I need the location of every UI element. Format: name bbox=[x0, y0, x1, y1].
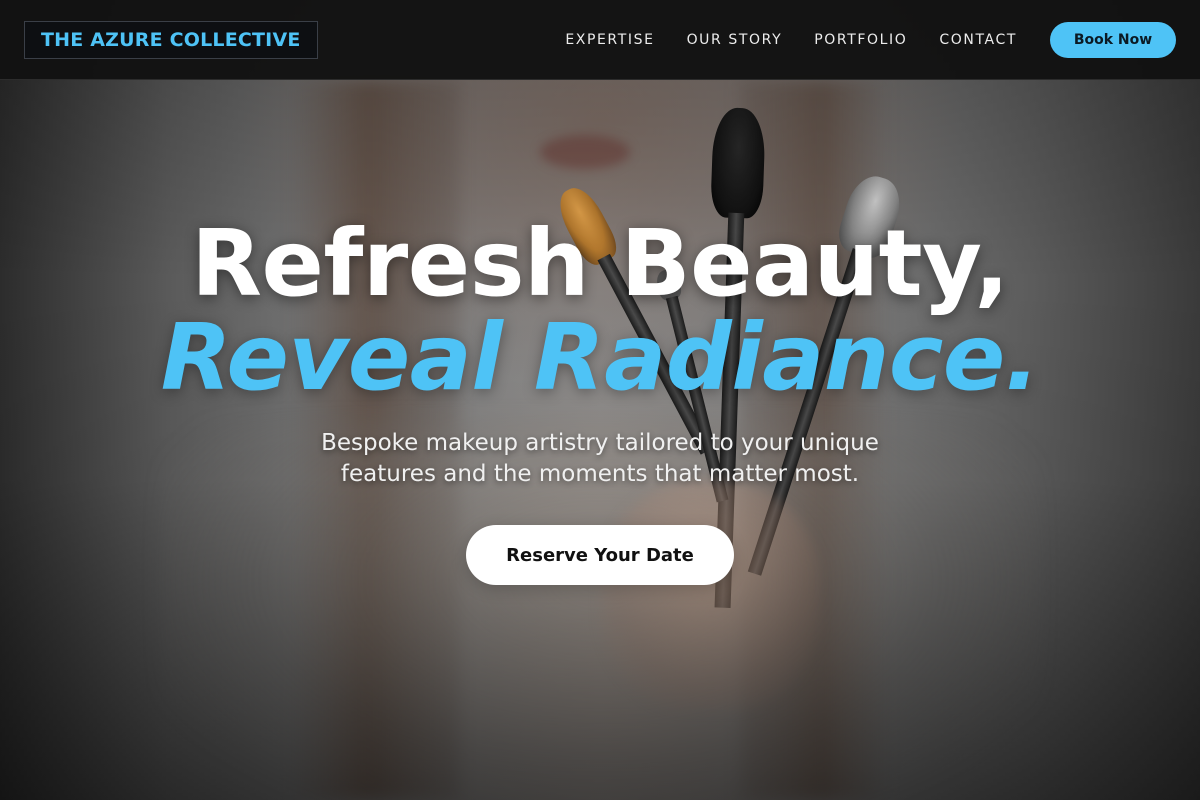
nav-link-contact[interactable]: CONTACT bbox=[939, 32, 1017, 48]
nav-link-expertise[interactable]: EXPERTISE bbox=[565, 32, 654, 48]
nav-link-our-story[interactable]: OUR STORY bbox=[687, 32, 783, 48]
reserve-date-button[interactable]: Reserve Your Date bbox=[466, 525, 734, 585]
hero-subtitle: Bespoke makeup artistry tailored to your… bbox=[321, 430, 879, 487]
logo[interactable]: THE AZURE COLLECTIVE bbox=[24, 20, 318, 59]
hero-headline-line1: Refresh Beauty, bbox=[191, 210, 1009, 317]
hero-section: Refresh Beauty, Reveal Radiance. Bespoke… bbox=[0, 0, 1200, 800]
landing-page: THE AZURE COLLECTIVE EXPERTISE OUR STORY… bbox=[0, 0, 1200, 800]
logo-text: THE AZURE COLLECTIVE bbox=[41, 28, 301, 51]
site-header: THE AZURE COLLECTIVE EXPERTISE OUR STORY… bbox=[0, 0, 1200, 80]
hero-headline-line2: Reveal Radiance. bbox=[160, 304, 1040, 411]
nav-link-portfolio[interactable]: PORTFOLIO bbox=[814, 32, 907, 48]
book-now-button[interactable]: Book Now bbox=[1050, 21, 1176, 58]
main-nav: EXPERTISE OUR STORY PORTFOLIO CONTACT Bo… bbox=[565, 21, 1176, 58]
